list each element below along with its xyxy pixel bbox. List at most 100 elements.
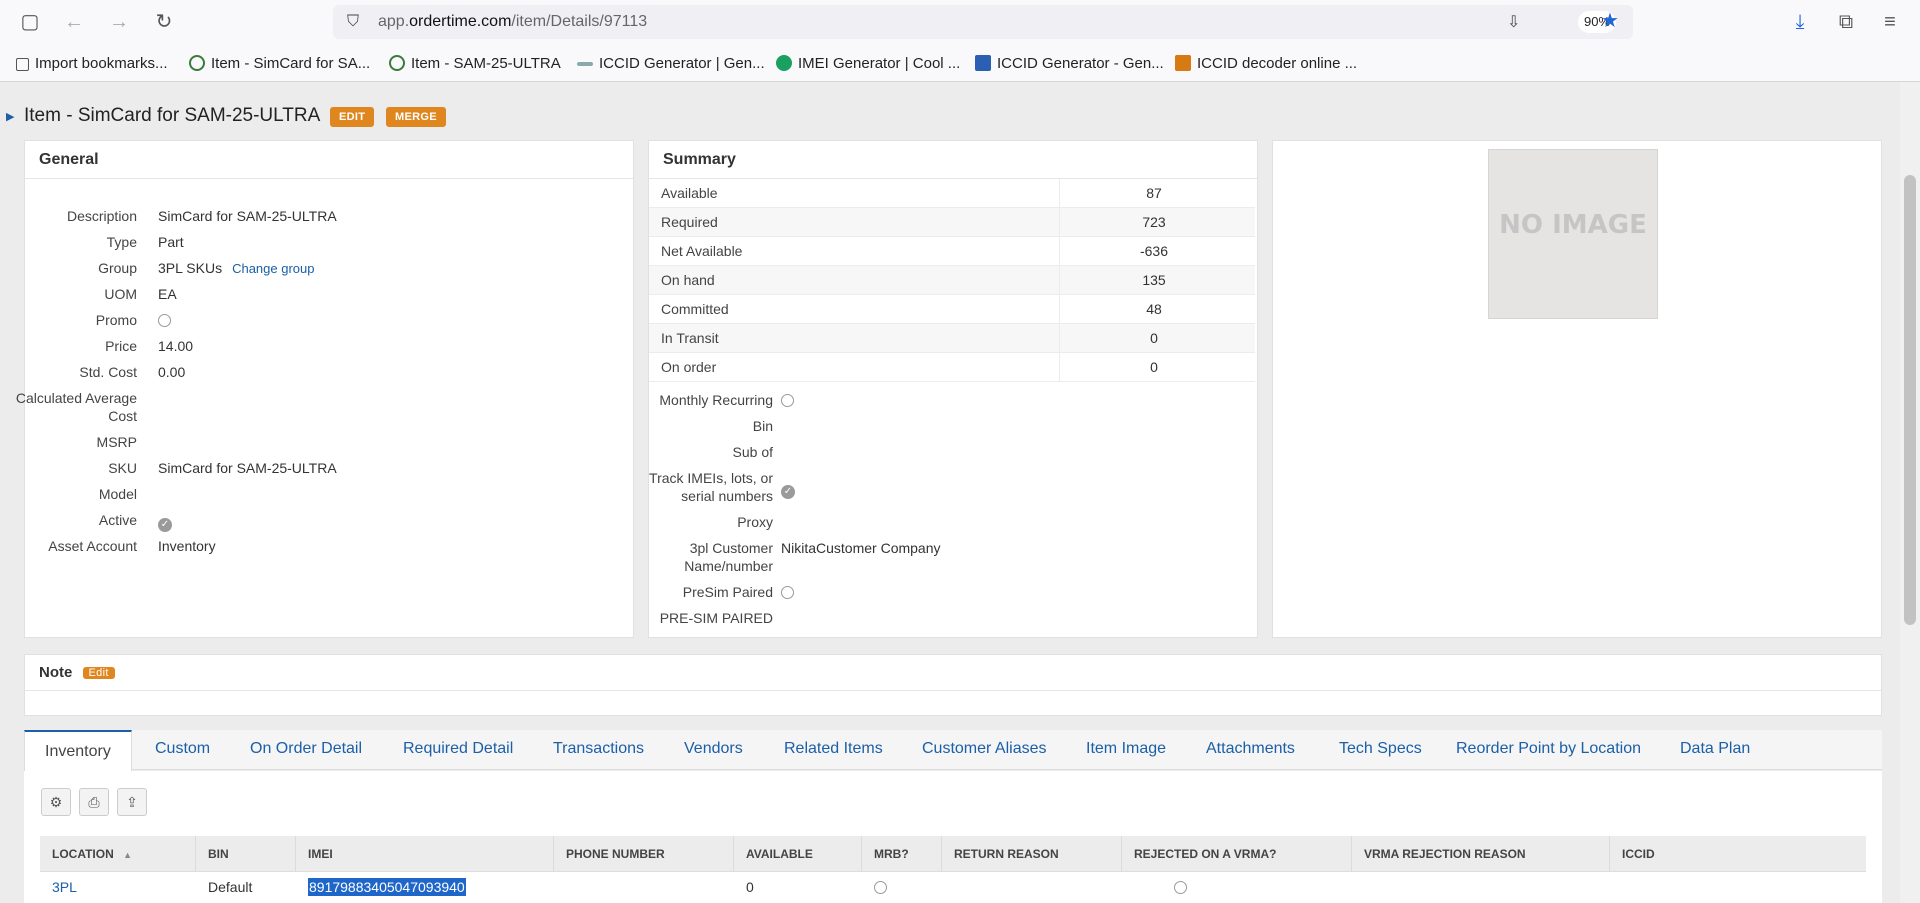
imei-cell[interactable]: 89179883405047093940 xyxy=(296,872,466,902)
location-link[interactable]: 3PL xyxy=(40,872,77,902)
customer-name-value: NikitaCustomer Company xyxy=(781,540,941,556)
column-return-reason[interactable]: RETURN REASON xyxy=(942,836,1122,872)
monthly-recurring-radio xyxy=(781,394,794,407)
field-label: Asset Account xyxy=(48,538,137,554)
rejected-vrma-radio xyxy=(1174,881,1187,894)
field-label: MSRP xyxy=(96,434,137,450)
field-label: Group xyxy=(98,260,137,276)
sidebar-toggle-icon[interactable]: ▢ xyxy=(16,10,44,34)
summary-row: On order 0 xyxy=(649,353,1255,382)
tab-required-detail[interactable]: Required Detail xyxy=(403,740,513,758)
field-label: Model xyxy=(98,486,137,502)
bookmark-item[interactable]: ICCID Generator | Gen... xyxy=(577,55,765,72)
active-check-icon: ✓ xyxy=(158,518,172,532)
print-button[interactable]: ⎙ xyxy=(79,788,109,816)
available-cell: 0 xyxy=(746,879,754,895)
iccid-generator-icon xyxy=(577,62,593,66)
downloads-icon[interactable]: ⤓ xyxy=(1786,10,1814,34)
column-phone-number[interactable]: PHONE NUMBER xyxy=(554,836,734,872)
column-mrb[interactable]: MRB? xyxy=(862,836,942,872)
extensions-icon[interactable]: ⧉ xyxy=(1832,10,1860,34)
grid-settings-button[interactable]: ⚙ xyxy=(41,788,71,816)
tab-attachments[interactable]: Attachments xyxy=(1206,740,1295,758)
column-location[interactable]: LOCATION ▲ xyxy=(40,836,196,872)
ordertime-icon xyxy=(389,55,405,71)
general-panel: General Description SimCard for SAM-25-UL… xyxy=(16,140,634,638)
tab-related-items[interactable]: Related Items xyxy=(784,740,883,758)
bookmark-import[interactable]: Import bookmarks... xyxy=(16,55,168,72)
table-row: 3PL Default 89179883405047093940 0 xyxy=(40,872,1866,902)
field-label: SKU xyxy=(108,460,137,476)
ordertime-icon xyxy=(189,55,205,71)
edit-button[interactable]: EDIT xyxy=(330,107,375,127)
bookmark-item[interactable]: Item - SAM-25-ULTRA xyxy=(389,55,561,72)
tab-on-order-detail[interactable]: On Order Detail xyxy=(250,740,362,758)
mrb-radio xyxy=(874,881,887,894)
no-image-placeholder[interactable]: NO IMAGE xyxy=(1488,149,1658,319)
field-label: Price xyxy=(105,338,137,354)
reload-icon[interactable]: ↻ xyxy=(150,10,178,34)
rejected-vrma-cell xyxy=(1122,872,1187,902)
field-label: PreSim Paired xyxy=(682,584,773,600)
column-available[interactable]: AVAILABLE xyxy=(734,836,862,872)
change-group-link[interactable]: Change group xyxy=(232,261,314,276)
tab-tech-specs[interactable]: Tech Specs xyxy=(1339,740,1422,758)
summary-row: Required 723 xyxy=(649,208,1255,237)
column-bin[interactable]: BIN xyxy=(196,836,296,872)
field-label: Description xyxy=(66,208,137,224)
tab-custom[interactable]: Custom xyxy=(155,740,210,758)
merge-button[interactable]: MERGE xyxy=(386,107,446,127)
type-value: Part xyxy=(158,234,184,250)
summary-row: In Transit 0 xyxy=(649,324,1255,353)
page-title: Item - SimCard for SAM-25-ULTRA xyxy=(24,105,321,126)
tab-transactions[interactable]: Transactions xyxy=(553,740,644,758)
column-iccid[interactable]: ICCID xyxy=(1610,836,1866,872)
mrb-cell xyxy=(862,872,887,902)
expand-sidebar-icon[interactable]: ▶ xyxy=(6,110,14,123)
column-rejected-vrma[interactable]: REJECTED ON A VRMA? xyxy=(1122,836,1352,872)
bookmark-star-icon[interactable]: ★ xyxy=(1601,8,1619,33)
menu-icon[interactable]: ≡ xyxy=(1876,10,1904,34)
summary-row: On hand 135 xyxy=(649,266,1255,295)
field-label: Sub of xyxy=(732,444,773,460)
track-imei-check-icon: ✓ xyxy=(781,485,795,499)
field-label: Track IMEIs, lots, or serial numbers xyxy=(649,470,773,504)
tab-item-image[interactable]: Item Image xyxy=(1086,740,1166,758)
summary-title: Summary xyxy=(649,141,1257,179)
tab-data-plan[interactable]: Data Plan xyxy=(1680,740,1750,758)
imei-generator-icon xyxy=(776,55,792,71)
tab-inventory[interactable]: Inventory xyxy=(24,730,132,771)
summary-row: Available 87 xyxy=(649,179,1255,208)
bookmark-item[interactable]: Item - SimCard for SA... xyxy=(189,55,370,72)
url-bar[interactable]: ⛉ app.ordertime.com/item/Details/97113 ⇩… xyxy=(333,5,1633,39)
iccid-generator-icon xyxy=(975,55,991,71)
asset-account-value: Inventory xyxy=(158,538,216,554)
import-icon xyxy=(16,58,29,71)
bookmark-item[interactable]: IMEI Generator | Cool ... xyxy=(776,55,960,72)
bookmark-item[interactable]: ICCID Generator - Gen... xyxy=(975,55,1164,72)
column-imei[interactable]: IMEI xyxy=(296,836,554,872)
detail-tabs: Inventory Custom On Order Detail Require… xyxy=(24,730,1882,771)
note-title: Note xyxy=(39,664,73,681)
url-text[interactable]: app.ordertime.com/item/Details/97113 xyxy=(378,13,647,31)
export-button[interactable]: ⇪ xyxy=(117,788,147,816)
forward-icon[interactable]: → xyxy=(105,10,133,34)
phone-cell xyxy=(554,872,566,902)
page-content: ▶ Item - SimCard for SAM-25-ULTRA EDIT M… xyxy=(0,82,1900,903)
browser-toolbar: ▢ ← → ↻ ⛉ app.ordertime.com/item/Details… xyxy=(0,0,1920,82)
note-edit-button[interactable]: Edit xyxy=(82,667,115,679)
summary-panel: Summary Available 87 Required 723 Net Avai… xyxy=(648,140,1258,638)
general-title: General xyxy=(25,141,633,179)
tab-reorder-point[interactable]: Reorder Point by Location xyxy=(1456,740,1641,758)
column-vrma-rejection-reason[interactable]: VRMA REJECTION REASON xyxy=(1352,836,1610,872)
field-label: Std. Cost xyxy=(79,364,137,380)
page-scrollbar[interactable] xyxy=(1900,82,1920,903)
save-page-icon[interactable]: ⇩ xyxy=(1507,12,1520,32)
std-cost-value: 0.00 xyxy=(158,364,186,380)
back-icon[interactable]: ← xyxy=(60,10,88,34)
tab-customer-aliases[interactable]: Customer Aliases xyxy=(922,740,1047,758)
scrollbar-thumb[interactable] xyxy=(1904,175,1916,625)
tab-vendors[interactable]: Vendors xyxy=(684,740,743,758)
bookmark-item[interactable]: ICCID decoder online ... xyxy=(1175,55,1357,72)
group-value: 3PL SKUs Change group xyxy=(158,260,315,276)
